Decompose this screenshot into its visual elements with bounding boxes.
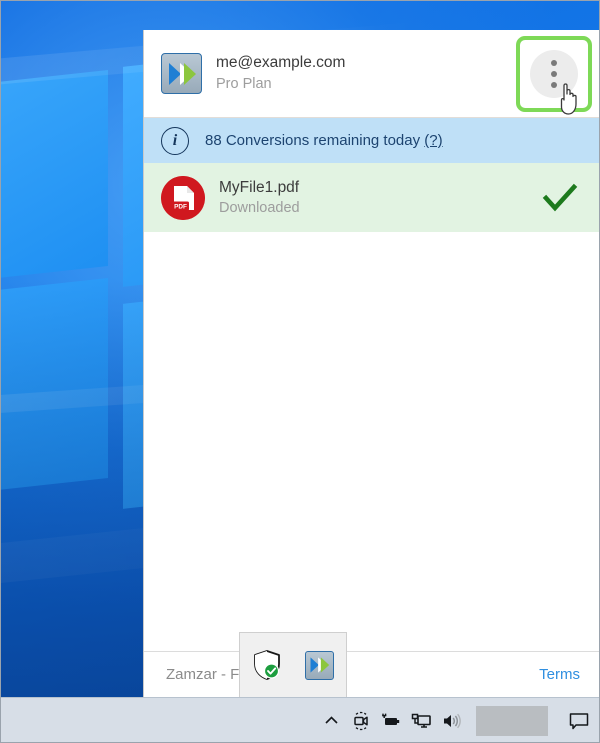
conversions-info-bar: i 88 Conversions remaining today (?) (144, 118, 600, 163)
network-monitor-icon[interactable] (406, 698, 436, 743)
account-plan: Pro Plan (216, 76, 272, 92)
terms-link[interactable]: Terms (539, 666, 580, 683)
panel-footer: Zamzar - F Terms (144, 651, 600, 697)
kebab-menu-button[interactable] (530, 50, 578, 98)
volume-speaker-icon[interactable] (436, 698, 466, 743)
account-email: me@example.com (216, 54, 346, 71)
check-mark-icon (542, 183, 578, 211)
windows-taskbar (0, 697, 600, 743)
account-text-block: me@example.com Pro Plan (216, 53, 345, 94)
conversions-help-link[interactable]: (?) (424, 132, 442, 149)
svg-text:PDF: PDF (174, 203, 187, 210)
account-header-row: me@example.com Pro Plan (144, 30, 600, 118)
conversions-remaining-text: 88 Conversions remaining today (?) (205, 132, 443, 149)
zamzar-tray-icon-box (305, 650, 334, 680)
battery-power-icon[interactable] (376, 698, 406, 743)
show-hidden-icons-chevron-up-icon[interactable] (316, 698, 346, 743)
conversions-message: 88 Conversions remaining today (205, 132, 421, 149)
file-list-item[interactable]: PDF MyFile1.pdf Downloaded (144, 163, 600, 232)
kebab-dot (551, 82, 557, 88)
file-list-empty-area (144, 232, 600, 651)
info-circle-icon: i (161, 126, 189, 155)
file-name: MyFile1.pdf (219, 178, 300, 196)
file-text-block: MyFile1.pdf Downloaded (219, 178, 540, 218)
windows-defender-shield-icon[interactable] (250, 648, 284, 682)
pdf-file-icon: PDF (161, 175, 205, 220)
kebab-dot (551, 60, 557, 66)
kebab-dot (551, 71, 557, 77)
screenshot-root: me@example.com Pro Plan i 88 Conversions… (0, 0, 600, 743)
file-status: Downloaded (219, 199, 300, 216)
notification-bubble-icon[interactable] (558, 698, 600, 743)
footer-title: Zamzar - F (166, 666, 240, 683)
taskbar-clock-redacted[interactable] (476, 705, 548, 736)
zamzar-app-icon (161, 53, 202, 94)
tray-overflow-flyout (239, 632, 347, 697)
zamzar-tray-icon[interactable] (303, 648, 337, 682)
zamzar-app-panel: me@example.com Pro Plan i 88 Conversions… (143, 30, 600, 697)
camera-icon[interactable] (346, 698, 376, 743)
